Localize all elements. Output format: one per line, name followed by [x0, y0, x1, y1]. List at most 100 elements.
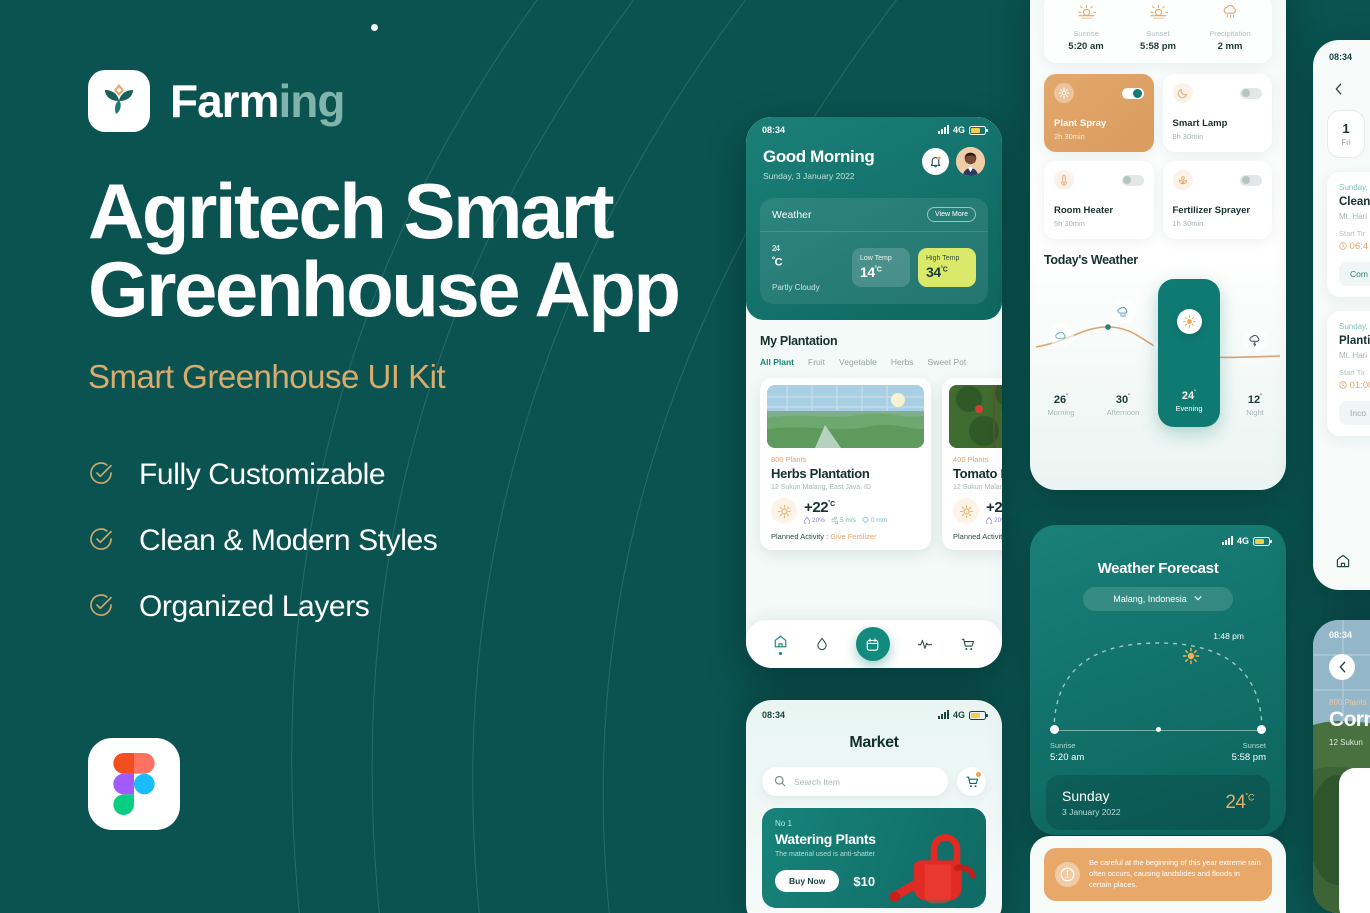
rain-cloud-icon: [1110, 299, 1136, 324]
plantation-location: 12 Sukun Malang, East Java, ID: [953, 484, 1002, 491]
device-time: 5h 30min: [1054, 219, 1085, 228]
weather-slot-afternoon[interactable]: 30˚ Afternoon: [1092, 271, 1154, 431]
high-temp-value: 34: [926, 264, 941, 280]
check-circle-icon: [88, 526, 114, 557]
tab-cart[interactable]: [960, 637, 975, 652]
brand-name-part1: Farm: [170, 75, 279, 127]
status-time: 08:34: [762, 125, 786, 135]
tab-sweet-potato[interactable]: Sweet Pot: [928, 357, 967, 367]
clock-icon: [1339, 380, 1347, 391]
weather-condition: Partly Cloudy: [772, 283, 820, 292]
tab-home[interactable]: [1335, 553, 1351, 574]
device-toggle[interactable]: [1121, 174, 1144, 186]
day-pill[interactable]: 1 Fri: [1327, 110, 1365, 158]
schedule-day: Sunday,: [1339, 183, 1368, 192]
low-temp-unit: ˚C: [874, 266, 882, 274]
list-item[interactable]: Sunday, Planti Mt. Hari Start Tir 01:00 …: [1327, 311, 1370, 436]
back-button[interactable]: [1329, 654, 1355, 680]
card-temp: +20: [986, 498, 1002, 516]
device-card-fertilizer-sprayer[interactable]: Fertilizer Sprayer 1h 30min: [1162, 161, 1272, 239]
user-avatar[interactable]: [956, 147, 985, 176]
bell-notification-icon[interactable]: [922, 148, 949, 175]
status-bar: 08:34 4G: [1030, 525, 1286, 546]
tab-water[interactable]: [815, 637, 829, 651]
tab-activity[interactable]: [917, 636, 933, 652]
slot-temp: 12: [1247, 394, 1261, 406]
slot-label: Afternoon: [1106, 408, 1140, 417]
plantation-cards: 800 Plants Herbs Plantation 12 Sukun Mal…: [760, 378, 1002, 550]
forecast-day-temp: 24: [1225, 791, 1246, 813]
feature-label: Clean & Modern Styles: [139, 524, 438, 557]
sunset-icon: [1149, 4, 1168, 23]
brand-name-part2: ing: [278, 75, 345, 127]
tab-herbs[interactable]: Herbs: [891, 357, 914, 367]
thermometer-icon: [1054, 170, 1074, 190]
list-item[interactable]: 400 Plants Tomato Plantation 12 Sukun Ma…: [942, 378, 1002, 550]
sunrise-knob: [1050, 725, 1059, 734]
back-button[interactable]: [1327, 78, 1349, 100]
cart-button[interactable]: [957, 767, 986, 796]
tab-fruit[interactable]: Fruit: [808, 357, 825, 367]
slot-temp: 24: [1181, 390, 1195, 402]
tab-all-plant[interactable]: All Plant: [760, 357, 794, 367]
start-time-label: Start Tir: [1339, 368, 1366, 377]
low-temp-card: Low Temp 14˚C: [852, 248, 910, 287]
phone-alert-strip: Be careful at the beginning of this year…: [1030, 836, 1286, 913]
high-temp-label: High Temp: [926, 255, 960, 262]
tab-calendar-fab[interactable]: [855, 627, 890, 661]
activity-value[interactable]: Give Fertilizer: [830, 532, 876, 541]
device-time: 8h 30min: [1172, 132, 1204, 141]
device-card-room-heater[interactable]: Room Heater 5h 30min: [1044, 161, 1154, 239]
search-icon: [774, 775, 786, 789]
device-card-smart-lamp[interactable]: Smart Lamp 8h 30min: [1162, 74, 1272, 152]
device-toggle[interactable]: [1240, 87, 1262, 99]
buy-now-button[interactable]: Buy Now: [775, 870, 840, 892]
tab-vegetable[interactable]: Vegetable: [839, 357, 877, 367]
phone-schedule: 08:34 1 Fri Sunday, Clean Mt. Hari Start…: [1313, 40, 1370, 590]
page-subtitle: Smart Greenhouse UI Kit: [88, 358, 446, 395]
list-item[interactable]: Sunday, Clean Mt. Hari Start Tir 06:4 Co…: [1327, 172, 1370, 297]
headline-line-2: Greenhouse App: [88, 245, 681, 333]
battery-icon: [969, 710, 988, 720]
todays-weather-title: Today's Weather: [1044, 253, 1138, 267]
sunrise-value: 5:20 am: [1050, 752, 1085, 763]
phone-devices: 20 % 5 m/s 2 month Sunrise 5:20 am Sunse…: [1030, 0, 1286, 490]
slot-label: Morning: [1047, 408, 1075, 417]
phone-weather-forecast: 08:34 4G Weather Forecast Malang, Indone…: [1030, 525, 1286, 835]
forecast-day-unit: ˚C: [1245, 792, 1255, 803]
view-more-button[interactable]: View More: [927, 207, 976, 222]
status-bar: 08:34 4G: [746, 700, 1002, 720]
list-item[interactable]: 800 Plants Herbs Plantation 12 Sukun Mal…: [760, 378, 931, 550]
device-toggle[interactable]: [1121, 87, 1144, 99]
weather-slot-morning[interactable]: 26˚ Morning: [1030, 271, 1092, 431]
status-bar: 08:34: [1313, 630, 1370, 640]
weather-slot-evening[interactable]: 24˚ Evening: [1158, 279, 1220, 427]
slot-temp: 26: [1053, 394, 1067, 406]
sunset-knob: [1257, 725, 1266, 734]
sun-icon: [771, 498, 797, 524]
status-badge[interactable]: Inco: [1339, 401, 1370, 425]
schedule-title: Clean: [1339, 196, 1370, 208]
weather-slot-night[interactable]: 12˚ Night: [1224, 271, 1286, 431]
plantation-title: My Plantation: [760, 334, 838, 348]
tab-home[interactable]: [773, 634, 788, 655]
device-name: Room Heater: [1054, 205, 1114, 216]
search-placeholder: Search Item: [794, 776, 840, 787]
plantation-name: Tomato Plantation: [953, 466, 1002, 481]
feature-list: Fully Customizable Clean & Modern Styles…: [88, 458, 728, 624]
device-toggle[interactable]: [1240, 174, 1262, 186]
start-time-label: Start Tir: [1339, 229, 1366, 238]
status-bar: 08:34 4G: [746, 125, 1002, 135]
device-card-plant-spray[interactable]: Plant Spray 2h 30min: [1044, 74, 1154, 152]
plant-count: 800 Plants: [771, 455, 807, 464]
search-input[interactable]: Search Item: [762, 767, 948, 796]
forecast-day-card[interactable]: Sunday 3 January 2022 24˚C: [1046, 775, 1270, 830]
weather-temp-unit: ˚C: [772, 256, 783, 269]
plant-count: 400 Plants: [953, 455, 989, 464]
sun-icon: [1176, 309, 1202, 334]
check-circle-icon: [88, 460, 114, 491]
promo-banner[interactable]: No 1 Watering Plants The material used i…: [762, 808, 986, 908]
location-selector[interactable]: Malang, Indonesia: [1083, 587, 1233, 611]
sunset-value: 5:58 pm: [1231, 752, 1266, 763]
status-badge[interactable]: Com: [1339, 262, 1370, 286]
